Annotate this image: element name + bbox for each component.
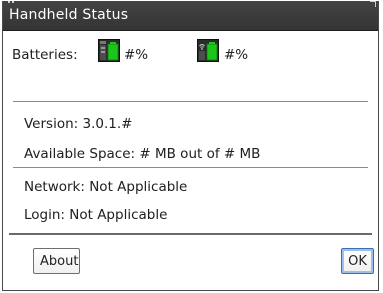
dialog-title: Handheld Status bbox=[9, 7, 129, 23]
login-text: Login: Not Applicable bbox=[24, 207, 168, 223]
batteries-label: Batteries: bbox=[12, 47, 78, 63]
titlebar-corner-decoration bbox=[370, 1, 376, 7]
separator-top bbox=[13, 101, 368, 102]
dialog-titlebar: Handheld Status bbox=[3, 1, 378, 31]
handheld-status-dialog: Handheld Status Batteries: #% #% Version… bbox=[2, 1, 379, 291]
network-text: Network: Not Applicable bbox=[24, 179, 188, 195]
wireless-battery-icon bbox=[197, 39, 219, 62]
battery-icon bbox=[98, 39, 120, 62]
ok-button[interactable]: OK bbox=[341, 248, 374, 274]
version-text: Version: 3.0.1.# bbox=[24, 116, 133, 132]
titlebar-dots-decoration bbox=[8, 1, 14, 6]
separator-bottom bbox=[9, 233, 372, 235]
battery2-value: #% bbox=[224, 47, 249, 63]
separator-middle bbox=[13, 167, 368, 168]
available-space-text: Available Space: # MB out of # MB bbox=[24, 146, 261, 162]
about-button[interactable]: About bbox=[33, 248, 80, 274]
battery1-value: #% bbox=[124, 47, 149, 63]
